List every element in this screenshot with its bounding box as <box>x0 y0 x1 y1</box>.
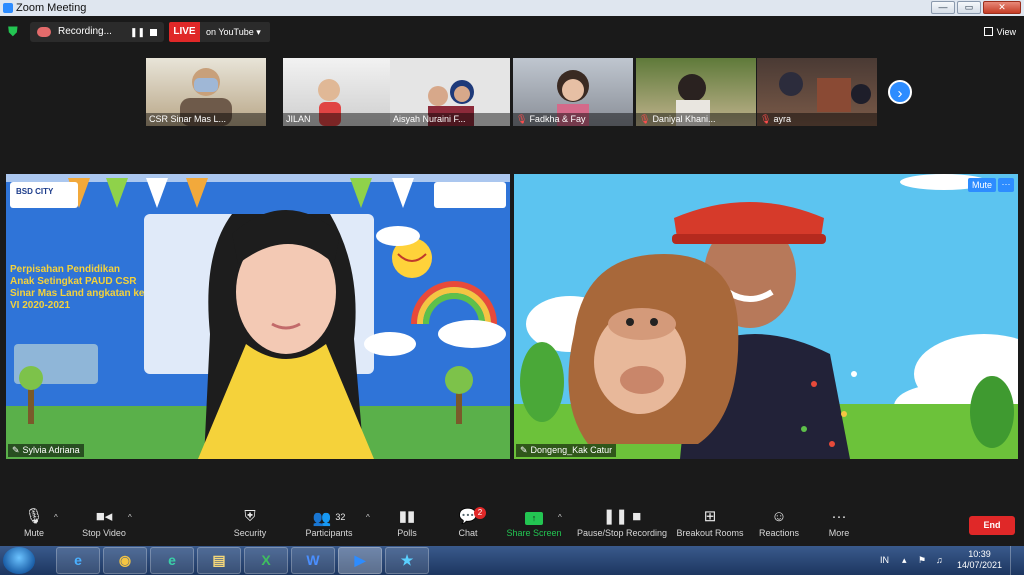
window-controls: — ▭ ✕ <box>931 1 1021 14</box>
muted-mic-icon: 🎙 <box>760 114 772 124</box>
breakout-rooms-grid-icon: ⊞ <box>703 508 717 525</box>
pause-recording-icon[interactable]: ❚❚ <box>130 22 145 42</box>
participant-name: 🎙 ayra <box>757 113 877 126</box>
excel-icon[interactable]: X <box>244 547 288 574</box>
language-indicator[interactable]: IN <box>880 546 889 575</box>
participant-thumbnail[interactable]: CSR Sinar Mas L... <box>146 58 266 126</box>
live-badge: LIVE <box>169 22 200 42</box>
file-explorer-icon[interactable]: ▤ <box>197 547 241 574</box>
window-title-bar: Zoom Meeting — ▭ ✕ <box>0 0 1024 16</box>
more-options-icon[interactable]: ··· <box>998 178 1014 192</box>
grid-view-icon <box>983 27 993 36</box>
view-label: View <box>996 27 1016 37</box>
participant-thumbnail[interactable]: JILAN <box>283 58 403 126</box>
participant-name: Aisyah Nuraini F... <box>390 113 510 126</box>
security-shield-icon: ⛨ <box>244 508 256 525</box>
more-dots-icon: ··· <box>831 508 847 525</box>
share-screen-button[interactable]: ↑ Share Screen <box>494 505 574 545</box>
audio-options-caret-icon[interactable]: ^ <box>54 513 58 522</box>
participants-count: 32 <box>335 512 346 522</box>
video-tile-dongeng[interactable]: Mute ··· ✎ Dongeng_Kak Catur <box>514 174 1018 459</box>
meeting-top-bar: ⛊ Recording... ❚❚ LIVE on YouTube ▾ View <box>0 16 1024 48</box>
clock-time: 10:39 <box>968 549 991 559</box>
chrome-icon[interactable]: ◉ <box>103 547 147 574</box>
volume-icon[interactable]: ♫ <box>936 546 943 575</box>
recording-indicator: Recording... ❚❚ <box>30 22 164 42</box>
pin-icon: ✎ <box>520 445 528 455</box>
internet-explorer-icon[interactable]: e <box>56 547 100 574</box>
tray-expand-icon[interactable]: ▴ <box>902 546 907 575</box>
recording-label: Recording... <box>58 26 112 37</box>
meeting-toolbar: 🎙 Mute ^ ■◂ Stop Video ^ ⛨ Security 👥 32… <box>0 505 1024 545</box>
participant-thumbnail[interactable]: Aisyah Nuraini F... <box>390 58 510 126</box>
muted-mic-icon: 🎙 <box>516 114 528 124</box>
pause-stop-recording-button[interactable]: ❚❚ ■ Pause/Stop Recording <box>572 505 672 545</box>
zoom-taskbar-icon[interactable]: ▶ <box>338 547 382 574</box>
participant-name-tag: ✎ Sylvia Adriana <box>8 444 84 457</box>
breakout-rooms-button[interactable]: ⊞ Breakout Rooms <box>670 505 750 545</box>
edge-icon[interactable]: e <box>150 547 194 574</box>
show-desktop-button[interactable] <box>1010 546 1024 575</box>
share-options-caret-icon[interactable]: ^ <box>558 513 562 522</box>
muted-mic-icon: 🎙 <box>639 114 651 124</box>
share-screen-icon: ↑ <box>494 505 574 527</box>
more-button[interactable]: ··· More <box>799 505 879 545</box>
slide-brand-logo: BSD CITY <box>16 187 54 196</box>
participant-name: JILAN <box>283 113 403 126</box>
participant-name: CSR Sinar Mas L... <box>146 113 266 126</box>
stop-video-button[interactable]: ■◂ Stop Video <box>64 505 144 545</box>
clock-date: 14/07/2021 <box>956 560 1002 570</box>
view-button[interactable]: View <box>983 25 1016 39</box>
participant-thumbnail[interactable]: 🎙 Daniyal Khani... <box>636 58 756 126</box>
cloud-recording-icon <box>37 27 51 37</box>
next-page-arrow-icon[interactable]: › <box>888 80 912 104</box>
live-target-dropdown[interactable]: on YouTube ▾ <box>200 22 270 42</box>
window-title: Zoom Meeting <box>16 2 87 14</box>
zoom-app-icon <box>3 3 13 13</box>
chat-unread-badge: 2 <box>474 507 486 519</box>
participant-name-tag: ✎ Dongeng_Kak Catur <box>516 444 617 457</box>
end-meeting-button[interactable]: End <box>969 516 1015 535</box>
pin-icon: ✎ <box>12 445 20 455</box>
participant-name: 🎙 Fadkha & Fay <box>513 113 633 126</box>
encryption-shield-icon[interactable]: ⛊ <box>8 25 21 39</box>
close-window-button[interactable]: ✕ <box>983 1 1021 14</box>
start-button-icon[interactable] <box>3 547 35 574</box>
minimize-button[interactable]: — <box>931 1 955 14</box>
virtual-background-scene <box>514 174 1018 459</box>
participant-thumbnail[interactable]: 🎙 ayra <box>757 58 877 126</box>
participants-icon: 👥 32 <box>312 510 346 527</box>
maximize-button[interactable]: ▭ <box>957 1 981 14</box>
participant-name: 🎙 Daniyal Khani... <box>636 113 756 126</box>
windows-taskbar: e ◉ e ▤ X W ▶ ★ IN ▴ ⚑ ♫ 10:39 14/07/202… <box>0 546 1024 575</box>
mute-button[interactable]: 🎙 Mute <box>0 505 74 545</box>
video-camera-icon: ■◂ <box>95 508 113 525</box>
stop-recording-icon[interactable] <box>150 29 157 36</box>
star-app-icon[interactable]: ★ <box>385 547 429 574</box>
security-button[interactable]: ⛨ Security <box>210 505 290 545</box>
word-icon[interactable]: W <box>291 547 335 574</box>
video-tile-sylvia[interactable]: BSD CITY Perpisahan Pendidikan Anak Seti… <box>6 174 510 459</box>
slide-title-text: Perpisahan Pendidikan Anak Setingkat PAU… <box>10 264 145 311</box>
video-options-caret-icon[interactable]: ^ <box>128 513 132 522</box>
participant-thumbnail[interactable]: 🎙 Fadkha & Fay <box>513 58 633 126</box>
pause-stop-recording-icon: ❚❚ ■ <box>602 508 642 525</box>
microphone-icon: 🎙 <box>24 508 44 525</box>
mute-participant-button[interactable]: Mute <box>967 178 996 192</box>
system-clock[interactable]: 10:39 14/07/2021 <box>957 549 1002 571</box>
virtual-background-scene <box>6 174 510 459</box>
participants-button[interactable]: 👥 32 Participants <box>289 505 369 545</box>
network-icon[interactable]: ⚑ <box>918 546 926 575</box>
